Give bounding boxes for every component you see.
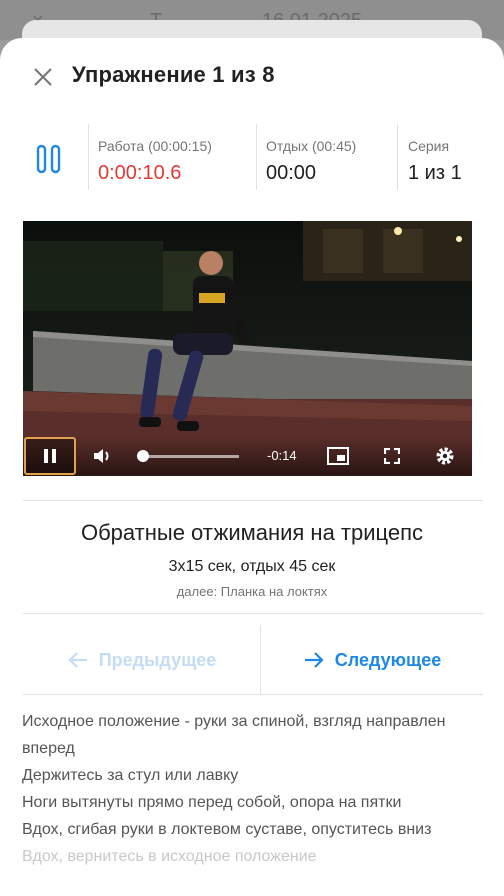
time-remaining: -0:14 [267,448,297,463]
exercise-video[interactable]: -0:14 [23,221,472,476]
page-title: Упражнение 1 из 8 [72,62,275,87]
fullscreen-button[interactable] [377,442,407,470]
seek-bar[interactable] [143,455,239,458]
gear-icon [436,447,454,465]
work-label: Работа (00:00:15) [98,138,212,154]
instruction-item: Вдох, вернитесь в исходное положение [22,848,317,865]
work-stat: Работа (00:00:15) 0:00:10.6 [98,138,212,185]
pip-button[interactable] [323,442,353,470]
next-label: Следующее [334,649,442,670]
previous-label: Предыдущее [98,649,217,670]
seek-handle[interactable] [137,450,149,462]
arrow-right-icon [304,652,324,668]
section-divider [23,613,483,614]
stats-divider [88,124,89,190]
stats-divider [397,124,398,190]
exercise-next: далее: Планка на локтях [176,584,328,599]
previous-button[interactable]: Предыдущее [23,625,260,695]
volume-button[interactable] [87,442,117,470]
instruction-item: Вдох, сгибая руки в локтевом суставе, оп… [22,821,432,838]
rest-stat: Отдых (00:45) 00:00 [266,138,356,185]
volume-icon [94,449,109,463]
close-icon [34,68,52,86]
arrow-left-icon [68,652,87,668]
video-controls: -0:14 [23,436,472,476]
instruction-item: Держитесь за стул или лавку [22,767,239,784]
series-value: 1 из 1 [408,162,462,184]
exercise-sets: 3x15 сек, отдых 45 сек [168,558,336,575]
close-button[interactable] [28,62,58,92]
sheet-header: Упражнение 1 из 8 [0,38,504,114]
exercise-sheet: Упражнение 1 из 8 Работа (00:00:15) 0:00… [0,38,504,896]
work-value: 0:00:10.6 [98,162,182,184]
pause-icon [44,449,56,463]
timer-pause-button[interactable] [36,144,62,174]
fullscreen-icon [384,448,400,464]
exercise-navigation: Предыдущее Следующее [23,625,483,695]
rest-label: Отдых (00:45) [266,138,357,154]
rest-value: 00:00 [266,162,317,184]
section-divider [23,500,483,501]
pip-icon [327,447,349,465]
instruction-item: Исходное положение - руки за спиной, взг… [22,713,446,757]
video-pause-button[interactable] [24,437,76,475]
next-button[interactable]: Следующее [261,625,483,695]
pause-icon [36,144,61,174]
timer-stats: Работа (00:00:15) 0:00:10.6 Отдых (00:45… [0,122,504,192]
series-label: Серия [408,138,450,154]
stats-divider [256,124,257,190]
instruction-item: Ноги вытянуты прямо перед собой, опора н… [22,794,402,811]
exercise-instructions: Исходное положение - руки за спиной, взг… [22,708,492,870]
series-stat: Серия 1 из 1 [408,138,462,185]
exercise-name: Обратные отжимания на трицепс [80,520,424,545]
section-divider [23,694,483,695]
settings-button[interactable] [430,442,460,470]
